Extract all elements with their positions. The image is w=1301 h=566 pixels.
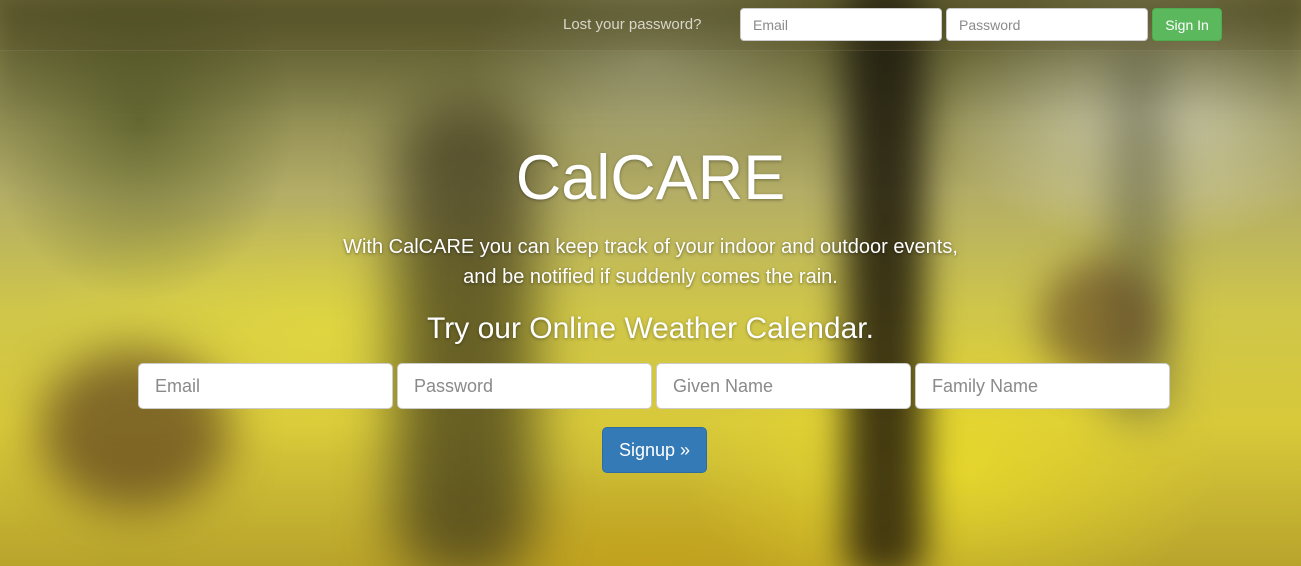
hero-subtitle: Try our Online Weather Calendar. bbox=[427, 312, 874, 345]
login-password-input[interactable] bbox=[946, 8, 1148, 41]
lost-password-link[interactable]: Lost your password? bbox=[563, 16, 701, 33]
sign-in-button[interactable]: Sign In bbox=[1152, 8, 1222, 41]
login-email-input[interactable] bbox=[740, 8, 942, 41]
top-navbar: Lost your password? Sign In bbox=[0, 0, 1301, 51]
hero-description: With CalCARE you can keep track of your … bbox=[0, 232, 1301, 292]
hero-description-line-2: and be notified if suddenly comes the ra… bbox=[463, 266, 838, 288]
signup-button[interactable]: Signup » bbox=[602, 427, 707, 473]
hero-description-line-1: With CalCARE you can keep track of your … bbox=[343, 236, 958, 258]
signup-password-input[interactable] bbox=[397, 363, 652, 409]
page-title: CalCARE bbox=[515, 143, 786, 213]
signup-email-input[interactable] bbox=[138, 363, 393, 409]
signup-given-name-input[interactable] bbox=[656, 363, 911, 409]
signup-family-name-input[interactable] bbox=[915, 363, 1170, 409]
page-background: Lost your password? Sign In CalCARE With… bbox=[0, 0, 1301, 566]
